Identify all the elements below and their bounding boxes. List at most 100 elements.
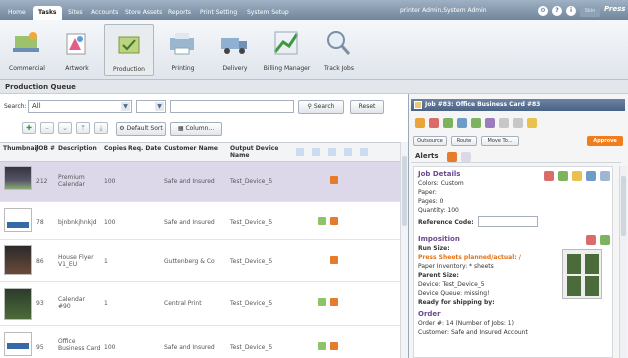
search-scope-select[interactable]: All ▼ — [28, 100, 132, 113]
approve-button[interactable]: Approve — [587, 136, 623, 146]
device-field: Device: Test_Device_5 — [418, 281, 485, 288]
detail-scrollbar[interactable] — [619, 166, 627, 358]
move-top-icon[interactable]: ⤒ — [76, 122, 90, 134]
table-row[interactable]: 93 Calendar #90 1 Central Print Test_Dev… — [0, 282, 400, 326]
run-size-field: Run Size: — [418, 245, 450, 252]
default-sort-button[interactable]: ⚙ Default Sort — [116, 122, 166, 136]
col-icon-3[interactable] — [328, 148, 336, 156]
col-copies[interactable]: Copies — [104, 145, 127, 152]
move-down-icon[interactable]: ⌄ — [58, 122, 72, 134]
comment-icon[interactable] — [600, 171, 610, 181]
billing-manager-icon — [273, 31, 299, 55]
proof-icon[interactable] — [471, 118, 481, 128]
col-req-date[interactable]: Req. Date — [128, 145, 161, 152]
edit-icon[interactable] — [415, 118, 425, 128]
job-copies: 100 — [104, 219, 116, 226]
col-thumbnail[interactable]: Thumbnail — [3, 145, 39, 152]
paper-field: Paper: — [418, 189, 437, 196]
pdf-icon[interactable] — [429, 118, 439, 128]
ready-shipping-field: Ready for shipping by: — [418, 299, 495, 306]
nav-tab-home[interactable]: Home — [3, 6, 31, 20]
move-to-button[interactable]: Move To... — [481, 136, 519, 146]
delivery-button[interactable]: Delivery — [210, 24, 260, 76]
job-description: Calendar #90 — [58, 296, 85, 310]
print-icon[interactable] — [485, 118, 495, 128]
job-title-bar: Job #83: Office Business Card #83 — [411, 99, 625, 111]
settings-icon[interactable]: ⚙ — [538, 6, 548, 16]
alert-icon[interactable] — [330, 256, 338, 264]
status-icon[interactable] — [318, 217, 326, 225]
commercial-button[interactable]: Commercial — [2, 24, 52, 76]
nav-tab-reports[interactable]: Reports — [163, 6, 196, 20]
help-icon[interactable]: ? — [552, 6, 562, 16]
nav-tab-store-assets[interactable]: Store Assets — [120, 6, 167, 20]
production-button[interactable]: Production — [104, 24, 154, 76]
alert-icon[interactable] — [330, 176, 338, 184]
edit-details-icon[interactable] — [558, 171, 568, 181]
scroll-thumb[interactable] — [402, 156, 407, 226]
remove-icon[interactable]: – — [40, 122, 54, 134]
columns-button[interactable]: ▦ Column... — [170, 122, 222, 136]
search-button[interactable]: ⚲ Search — [298, 100, 344, 114]
pdf-icon[interactable] — [544, 171, 554, 181]
search-button-label: Search — [313, 103, 335, 110]
search-operator-select[interactable]: ▼ — [136, 100, 166, 113]
col-job-number[interactable]: JOB # — [36, 145, 55, 152]
nav-tab-print-setting[interactable]: Print Setting — [195, 6, 242, 20]
col-icon-2[interactable] — [312, 148, 320, 156]
artwork-label: Artwork — [65, 65, 89, 72]
col-customer-name[interactable]: Customer Name — [164, 145, 218, 152]
printing-button[interactable]: Printing — [158, 24, 208, 76]
ticket-icon[interactable] — [499, 118, 509, 128]
alert-detail-icon[interactable] — [461, 152, 471, 162]
col-icon-5[interactable] — [360, 148, 368, 156]
approve-icon[interactable] — [443, 118, 453, 128]
col-icon-1[interactable] — [296, 148, 304, 156]
alert-icon[interactable] — [330, 342, 338, 350]
job-thumbnail — [4, 288, 32, 320]
col-output-device[interactable]: Output Device Name — [230, 145, 280, 159]
job-customer: Safe and Insured — [164, 219, 215, 226]
note-icon[interactable] — [527, 118, 537, 128]
skin-selector[interactable]: Skin — [580, 6, 600, 17]
alert-icon[interactable] — [330, 217, 338, 225]
table-row[interactable]: 95 Office Business Card 100 Safe and Ins… — [0, 326, 400, 358]
status-icon[interactable] — [318, 298, 326, 306]
outsource-button[interactable]: Outsource — [413, 136, 447, 146]
file-icon[interactable] — [586, 171, 596, 181]
table-row[interactable]: 212 Premium Calendar 100 Safe and Insure… — [0, 162, 400, 202]
reference-code-input[interactable] — [478, 216, 538, 227]
detail-scroll-thumb[interactable] — [621, 176, 626, 236]
nav-tab-accounts[interactable]: Accounts — [86, 6, 123, 20]
col-description[interactable]: Description — [58, 145, 97, 152]
job-customer: Safe and Insured — [164, 344, 215, 351]
col-icon-4[interactable] — [344, 148, 352, 156]
job-icon — [414, 101, 422, 109]
reset-button[interactable]: Reset — [350, 100, 384, 114]
preflight-icon[interactable] — [457, 118, 467, 128]
imposition-edit-icon[interactable] — [600, 235, 610, 245]
billing-manager-button[interactable]: Billing Manager — [262, 24, 312, 76]
delivery-icon — [221, 38, 247, 54]
track-jobs-button[interactable]: Track Jobs — [314, 24, 364, 76]
alert-icon[interactable] — [447, 152, 457, 162]
route-button[interactable]: Route — [451, 136, 477, 146]
copy-icon[interactable] — [513, 118, 523, 128]
info-icon[interactable]: i — [566, 6, 576, 16]
grid-scrollbar[interactable] — [400, 142, 408, 358]
status-icon[interactable] — [318, 342, 326, 350]
nav-tab-system-setup[interactable]: System Setup — [242, 6, 294, 20]
nav-tab-tasks[interactable]: Tasks — [33, 6, 62, 20]
alert-icon[interactable] — [330, 298, 338, 306]
commercial-icon — [13, 32, 39, 52]
artwork-button[interactable]: Artwork — [52, 24, 102, 76]
search-input[interactable] — [170, 100, 294, 113]
add-icon[interactable]: ✚ — [22, 122, 36, 134]
imposition-pdf-icon[interactable] — [586, 235, 596, 245]
move-bottom-icon[interactable]: ⤓ — [94, 122, 108, 134]
table-row[interactable]: 86 House Flyer V1_EU 1 Guttenberg & Co T… — [0, 240, 400, 282]
nav-tab-sites[interactable]: Sites — [63, 6, 88, 20]
pencil-icon[interactable] — [572, 171, 582, 181]
billing-manager-label: Billing Manager — [263, 65, 311, 72]
table-row[interactable]: 78 bjnbnkjhnkjd 100 Safe and Insured Tes… — [0, 202, 400, 240]
